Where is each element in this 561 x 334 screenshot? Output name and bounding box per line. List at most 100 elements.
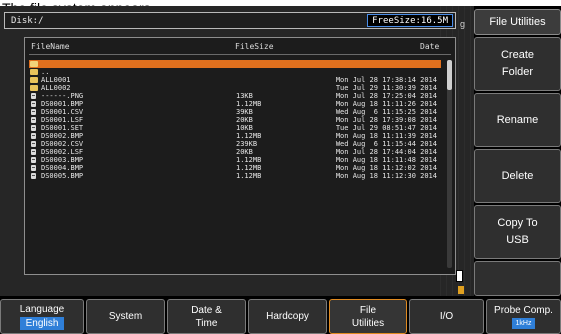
current-path: Disk:/ xyxy=(11,16,44,26)
tab-system-label: System xyxy=(108,311,143,322)
empty-side-button[interactable] xyxy=(474,261,561,296)
free-size-indicator: FreeSize:16.5M xyxy=(367,14,453,27)
file-icon xyxy=(31,149,36,155)
file-size: 10KB xyxy=(236,124,253,132)
file-name: DS0002.BMP xyxy=(41,132,84,140)
file-row[interactable]: DS0001.SET 10KB Tue Jul 29 08:51:47 2014 xyxy=(29,124,441,132)
tab-hardcopy-label: Hardcopy xyxy=(266,311,309,322)
folder-open-icon xyxy=(30,61,38,67)
file-icon xyxy=(31,165,36,171)
tab-date-time[interactable]: Date & Time xyxy=(167,299,246,334)
file-row[interactable]: DS0003.BMP 1.12MB Mon Aug 18 11:11:48 2014 xyxy=(29,156,441,164)
file-row[interactable] xyxy=(29,60,441,68)
file-date: Mon Jul 28 17:25:04 2014 xyxy=(335,92,437,100)
file-name: DS0001.LSF xyxy=(41,116,84,124)
file-size: 39KB xyxy=(236,108,253,116)
file-date: Mon Jul 28 17:38:14 2014 xyxy=(335,76,437,84)
file-icon xyxy=(31,125,36,131)
file-row[interactable]: DS0001.LSF 20KB Mon Jul 28 17:39:08 2014 xyxy=(29,116,441,124)
delete-button[interactable]: Delete xyxy=(474,149,561,203)
file-row[interactable]: .. xyxy=(29,68,441,76)
file-icon xyxy=(31,93,36,99)
file-icon xyxy=(31,173,36,179)
tab-file-utilities-label: File Utilities xyxy=(351,304,385,329)
tab-date-time-label: Date & Time xyxy=(191,304,222,329)
file-date: Tue Jul 29 08:51:47 2014 xyxy=(335,124,437,132)
file-browser: FileName FileSize Date .. ALL0001 Mon Jul … xyxy=(24,37,456,275)
file-name: DS0005.BMP xyxy=(41,172,84,180)
tab-io-label: I/O xyxy=(439,311,454,322)
file-size: 239KB xyxy=(236,140,258,148)
file-date: Tue Jul 29 11:30:39 2014 xyxy=(335,84,437,92)
folder-icon xyxy=(30,77,38,83)
file-size: 1.12MB xyxy=(236,164,262,172)
file-name: .. xyxy=(41,68,50,76)
file-date: Mon Aug 18 11:11:48 2014 xyxy=(335,156,437,164)
path-bar: Disk:/ FreeSize:16.5M xyxy=(4,12,456,29)
file-date: Mon Aug 18 11:12:02 2014 xyxy=(335,164,437,172)
folder-icon xyxy=(30,85,38,91)
side-menu-title: File Utilities xyxy=(474,9,561,35)
column-header-name: FileName xyxy=(31,42,70,51)
file-date: Mon Aug 18 11:12:30 2014 xyxy=(335,172,437,180)
bottom-menu: Language English System Date & Time Hard… xyxy=(0,297,561,334)
create-folder-button[interactable]: Create Folder xyxy=(474,37,561,91)
partial-label: g xyxy=(460,19,466,29)
file-date: Mon Jul 28 17:44:04 2014 xyxy=(335,148,437,156)
file-row[interactable]: ALL0001 Mon Jul 28 17:38:14 2014 xyxy=(29,76,441,84)
file-row[interactable]: DS0002.BMP 1.12MB Mon Aug 18 11:11:39 2014 xyxy=(29,132,441,140)
file-name: ------.PNG xyxy=(41,92,84,100)
scrollbar[interactable] xyxy=(447,60,452,268)
file-date: Wed Aug 6 11:15:25 2014 xyxy=(335,108,437,116)
file-row[interactable]: DS0004.BMP 1.12MB Mon Aug 18 11:12:02 2014 xyxy=(29,164,441,172)
tab-probe-comp-label: Probe Comp. xyxy=(494,305,553,316)
file-name: ALL0002 xyxy=(41,84,71,92)
trigger-marker-icon xyxy=(456,270,463,282)
file-row[interactable]: DS0001.CSV 39KB Wed Aug 6 11:15:25 2014 xyxy=(29,108,441,116)
file-name: ALL0001 xyxy=(41,76,71,84)
file-row[interactable]: DS0002.LSF 20KB Mon Jul 28 17:44:04 2014 xyxy=(29,148,441,156)
file-icon xyxy=(31,133,36,139)
file-size: 13KB xyxy=(236,92,253,100)
tab-language-value: English xyxy=(19,317,65,330)
side-menu: File Utilities Create Folder Rename Dele… xyxy=(474,6,561,296)
file-icon xyxy=(31,117,36,123)
file-name: DS0001.BMP xyxy=(41,100,84,108)
header-divider xyxy=(29,54,451,55)
file-row[interactable]: DS0005.BMP 1.12MB Mon Aug 18 11:12:30 2014 xyxy=(29,172,441,180)
file-row[interactable]: DS0001.BMP 1.12MB Mon Aug 18 11:11:26 2014 xyxy=(29,100,441,108)
tab-file-utilities[interactable]: File Utilities xyxy=(329,299,407,334)
file-name: DS0004.BMP xyxy=(41,164,84,172)
copy-to-usb-button[interactable]: Copy To USB xyxy=(474,205,561,259)
folder-icon xyxy=(30,69,38,75)
rename-button[interactable]: Rename xyxy=(474,93,561,147)
tab-io[interactable]: I/O xyxy=(409,299,484,334)
file-icon xyxy=(31,157,36,163)
file-size: 1.12MB xyxy=(236,156,262,164)
file-date: Mon Aug 18 11:11:26 2014 xyxy=(335,100,437,108)
file-icon xyxy=(31,141,36,147)
file-name: DS0001.SET xyxy=(41,124,84,132)
level-marker-icon xyxy=(458,286,464,294)
tab-probe-comp[interactable]: Probe Comp. 1kHz xyxy=(486,299,561,334)
file-date: Mon Aug 18 11:11:39 2014 xyxy=(335,132,437,140)
tab-probe-comp-value: 1kHz xyxy=(511,318,536,329)
file-size: 20KB xyxy=(236,116,253,124)
file-name: DS0002.LSF xyxy=(41,148,84,156)
file-list: .. ALL0001 Mon Jul 28 17:38:14 2014 ALL0002… xyxy=(29,60,441,180)
column-header-size: FileSize xyxy=(235,42,274,51)
file-name: DS0002.CSV xyxy=(41,140,84,148)
file-date: Wed Aug 6 11:15:44 2014 xyxy=(335,140,437,148)
tab-hardcopy[interactable]: Hardcopy xyxy=(248,299,327,334)
file-row[interactable]: ALL0002 Tue Jul 29 11:30:39 2014 xyxy=(29,84,441,92)
file-row[interactable]: ------.PNG 13KB Mon Jul 28 17:25:04 2014 xyxy=(29,92,441,100)
scrollbar-thumb[interactable] xyxy=(447,60,452,90)
file-date: Mon Jul 28 17:39:08 2014 xyxy=(335,116,437,124)
file-row[interactable]: DS0002.CSV 239KB Wed Aug 6 11:15:44 2014 xyxy=(29,140,441,148)
tab-language-label: Language xyxy=(19,304,65,315)
file-icon xyxy=(31,101,36,107)
file-size: 20KB xyxy=(236,148,253,156)
tab-language[interactable]: Language English xyxy=(0,299,84,334)
file-name: DS0001.CSV xyxy=(41,108,84,116)
tab-system[interactable]: System xyxy=(86,299,165,334)
